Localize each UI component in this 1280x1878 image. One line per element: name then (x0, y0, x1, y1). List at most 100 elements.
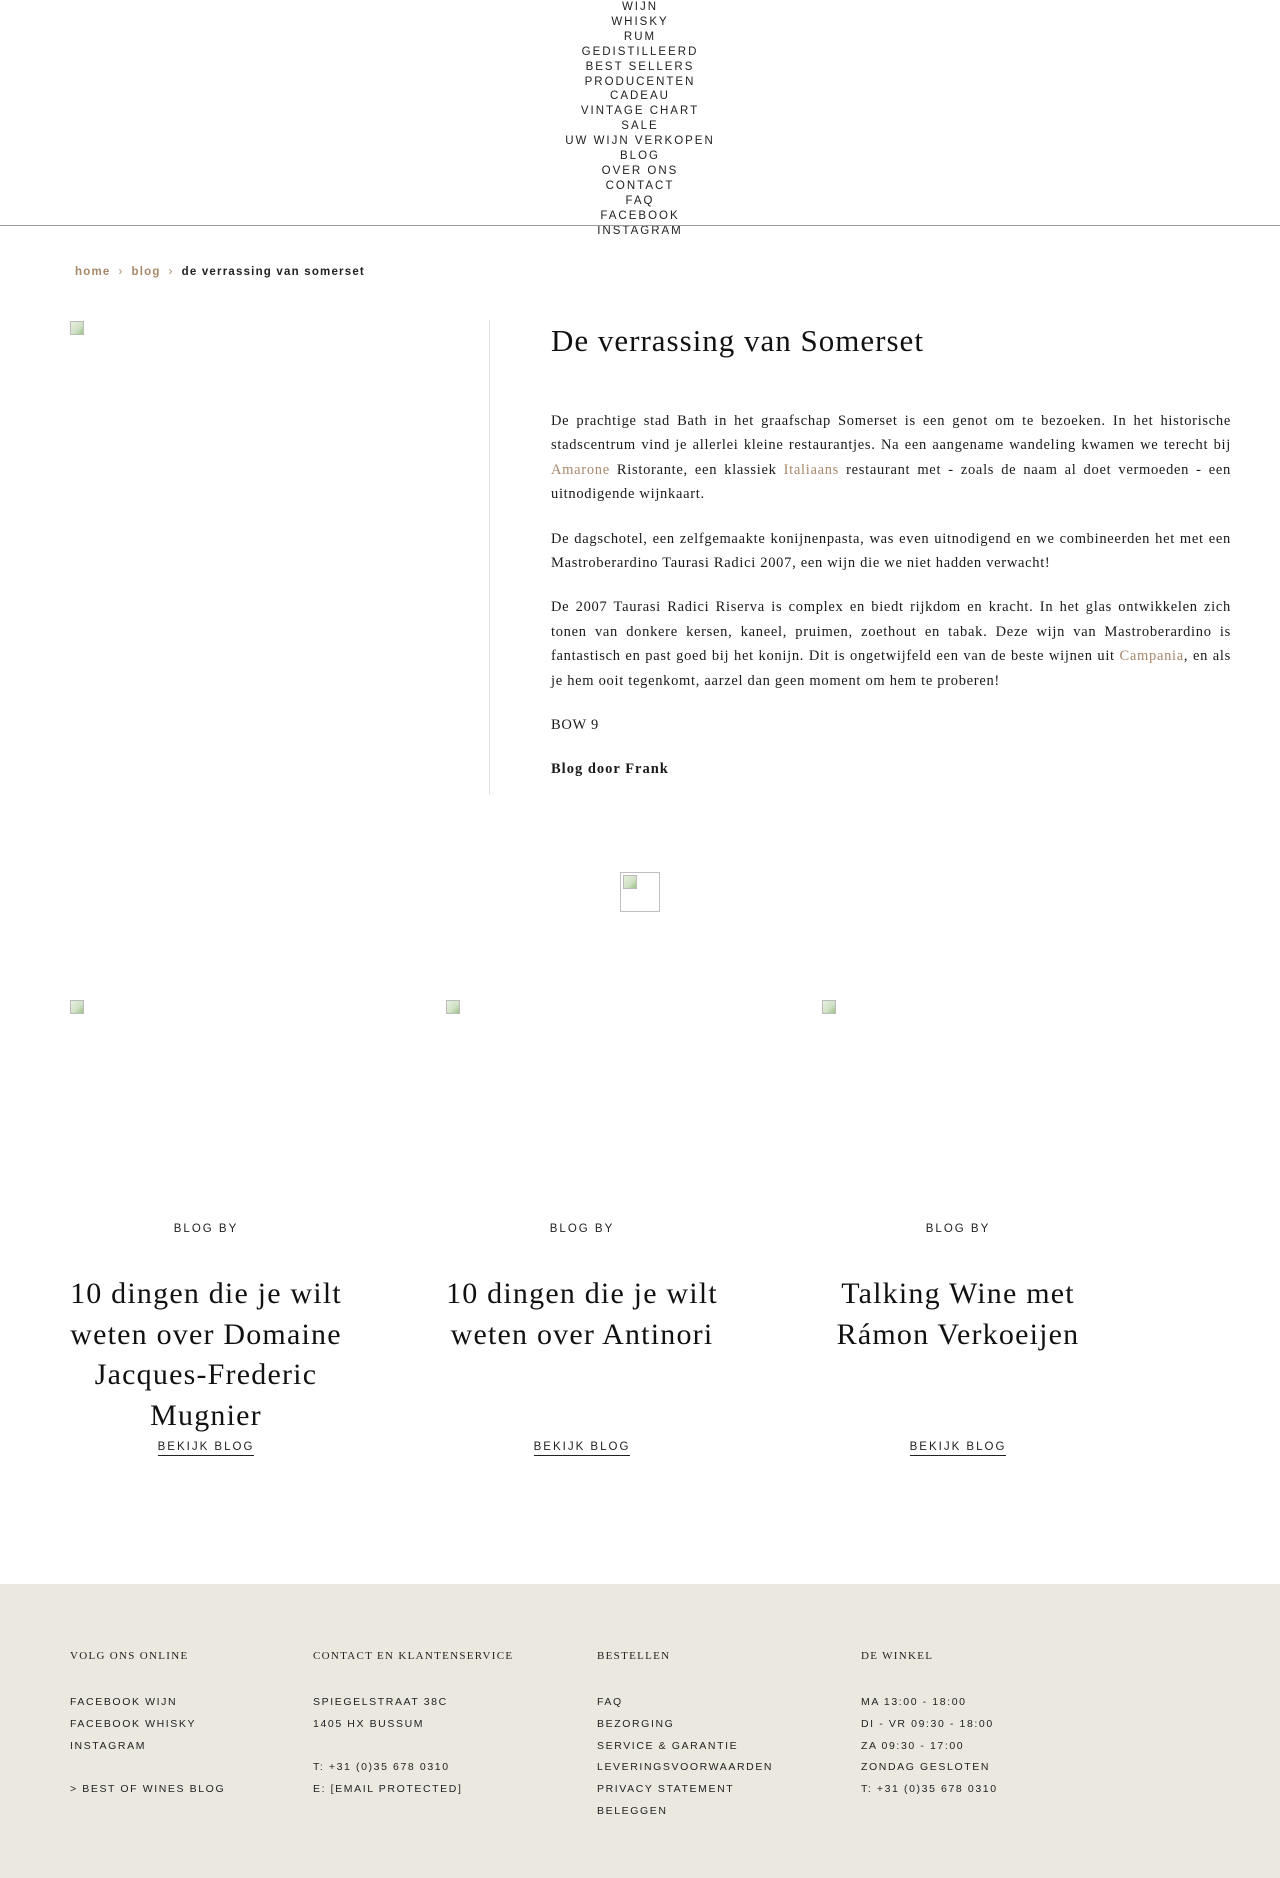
footer-link-bezorging[interactable]: Bezorging (597, 1714, 773, 1736)
card-image[interactable] (446, 1000, 460, 1014)
card-kicker: BLOG BY (925, 1223, 991, 1235)
link-campania[interactable]: Campania (1120, 648, 1184, 664)
article-title: De verrassing van Somerset (551, 323, 924, 358)
nav-link[interactable]: Facebook (600, 210, 679, 222)
footer-spacer (70, 1757, 225, 1779)
footer-email[interactable]: E: [email protected] (313, 1779, 513, 1801)
nav-item-gedistilleerd[interactable]: Gedistilleerd (0, 45, 1280, 60)
nav-link[interactable]: Producenten (585, 76, 696, 88)
footer-hours: MA 13:00 - 18:00 (861, 1696, 967, 1708)
broken-image-icon (446, 1000, 460, 1014)
breadcrumb-home[interactable]: home (75, 266, 110, 278)
footer: Volg ons online Facebook wijn Facebook W… (0, 1584, 1280, 1878)
broken-image-icon (70, 1000, 84, 1014)
nav-link[interactable]: Best Sellers (586, 61, 695, 73)
breadcrumb: home › blog › de verrassing van somerset (75, 266, 365, 278)
nav-link[interactable]: FAQ (625, 195, 654, 207)
card-title[interactable]: 10 dingen die je wilt weten over Antinor… (446, 1274, 718, 1355)
nav-link[interactable]: Vintage Chart (581, 105, 699, 117)
nav-item-rum[interactable]: Rum (0, 30, 1280, 45)
footer-address-street: Spiegelstraat 38C (313, 1696, 448, 1708)
nav-item-best-sellers[interactable]: Best Sellers (0, 60, 1280, 75)
article-image (70, 321, 86, 337)
card-image[interactable] (822, 1000, 836, 1014)
bekijk-blog-link[interactable]: BEKIJK BLOG (909, 1441, 1007, 1456)
footer-hours: ZONDAG GESLOTEN (861, 1761, 991, 1774)
article-paragraph: De dagschotel, een zelfgemaakte konijnen… (551, 530, 1231, 572)
nav-link[interactable]: Uw wijn verkopen (565, 135, 715, 147)
article-paragraph: De prachtige stad Bath in het graafschap… (551, 413, 1231, 503)
nav-item-contact[interactable]: Contact (0, 179, 1280, 194)
card-image[interactable] (70, 1000, 84, 1014)
footer-col-contact: Contact en klantenservice Spiegelstraat … (313, 1650, 513, 1801)
nav-link[interactable]: Rum (624, 31, 656, 43)
footer-link-facebook-whisky[interactable]: Facebook Whisky (70, 1714, 225, 1736)
nav-link[interactable]: Gedistilleerd (582, 46, 699, 58)
nav-link[interactable]: Whisky (611, 16, 668, 28)
center-image (620, 872, 660, 912)
footer-link-faq[interactable]: FAQ (597, 1692, 773, 1714)
nav-link[interactable]: Contact (606, 180, 675, 192)
breadcrumb-separator: › (168, 266, 174, 278)
nav-link[interactable]: Cadeau (610, 90, 670, 102)
footer-link-instagram[interactable]: Instagram (70, 1736, 225, 1758)
header-divider (0, 225, 1280, 226)
link-amarone[interactable]: Amarone (551, 462, 610, 478)
nav-item-producenten[interactable]: Producenten (0, 75, 1280, 90)
article-paragraph: De 2007 Taurasi Radici Riserva is comple… (551, 599, 1231, 689)
footer-link-beleggen[interactable]: Beleggen (597, 1801, 773, 1823)
footer-address-city: 1405 HX Bussum (313, 1717, 425, 1730)
footer-phone[interactable]: T: +31 (0)35 678 0310 (861, 1779, 998, 1801)
breadcrumb-blog[interactable]: blog (132, 266, 161, 278)
nav-item-uw-wijn-verkopen[interactable]: Uw wijn verkopen (0, 134, 1280, 149)
breadcrumb-current: de verrassing van somerset (181, 266, 365, 278)
related-blog-card[interactable]: BLOG BY 10 dingen die je wilt weten over… (70, 1000, 446, 1460)
nav-item-over-ons[interactable]: Over ons (0, 164, 1280, 179)
column-divider (489, 320, 490, 795)
article-author: Blog door Frank (551, 761, 669, 778)
footer-heading: Contact en klantenservice (313, 1650, 514, 1662)
footer-link-privacy[interactable]: Privacy Statement (597, 1779, 773, 1801)
article-score: BOW 9 (551, 717, 599, 734)
nav-item-faq[interactable]: FAQ (0, 194, 1280, 209)
footer-link-leveringsvoorwaarden[interactable]: Leveringsvoorwaarden (597, 1757, 773, 1779)
nav-item-wijn[interactable]: Wijn (0, 0, 1280, 15)
nav-link[interactable]: Instagram (597, 225, 683, 237)
related-blog-card[interactable]: BLOG BY Talking Wine met Rámon Verkoeije… (822, 1000, 1198, 1460)
footer-heading: Volg ons online (70, 1650, 189, 1662)
footer-heading: De winkel (861, 1650, 934, 1662)
footer-link-blog[interactable]: > Best of Wines Blog (70, 1779, 225, 1801)
footer-link-facebook-wijn[interactable]: Facebook wijn (70, 1692, 225, 1714)
card-kicker: BLOG BY (549, 1223, 615, 1235)
bekijk-blog-link[interactable]: BEKIJK BLOG (157, 1441, 255, 1456)
footer-hours: ZA 09:30 - 17:00 (861, 1739, 965, 1752)
nav-item-sale[interactable]: Sale (0, 119, 1280, 134)
footer-col-volg-ons: Volg ons online Facebook wijn Facebook W… (70, 1650, 225, 1801)
footer-hours: DI - VR 09:30 - 18:00 (861, 1717, 994, 1730)
nav-item-vintage-chart[interactable]: Vintage Chart (0, 104, 1280, 119)
bekijk-blog-link[interactable]: BEKIJK BLOG (533, 1441, 631, 1456)
broken-image-icon (70, 321, 84, 335)
nav-item-cadeau[interactable]: Cadeau (0, 89, 1280, 104)
nav-item-blog[interactable]: Blog (0, 149, 1280, 164)
broken-image-icon (623, 875, 637, 889)
nav-item-facebook[interactable]: Facebook (0, 209, 1280, 224)
main-nav: Wijn Whisky Rum Gedistilleerd Best Selle… (0, 0, 1280, 239)
card-title[interactable]: 10 dingen die je wilt weten over Domaine… (70, 1274, 342, 1436)
card-title[interactable]: Talking Wine met Rámon Verkoeijen (822, 1274, 1094, 1355)
footer-link-service-garantie[interactable]: Service & Garantie (597, 1736, 773, 1758)
nav-link[interactable]: Wijn (622, 1, 658, 13)
nav-link[interactable]: Over ons (602, 165, 679, 177)
nav-link[interactable]: Sale (621, 120, 658, 132)
breadcrumb-separator: › (118, 266, 124, 278)
article-body: De verrassing van Somerset De prachtige … (551, 320, 1231, 802)
nav-item-whisky[interactable]: Whisky (0, 15, 1280, 30)
footer-heading: Bestellen (597, 1650, 671, 1662)
footer-phone[interactable]: T: +31 (0)35 678 0310 (313, 1757, 513, 1779)
link-italiaans[interactable]: Italiaans (784, 462, 839, 478)
card-kicker: BLOG BY (173, 1223, 239, 1235)
nav-link[interactable]: Blog (620, 150, 660, 162)
footer-spacer (313, 1736, 513, 1758)
related-blog-card[interactable]: BLOG BY 10 dingen die je wilt weten over… (446, 1000, 822, 1460)
broken-image-icon (822, 1000, 836, 1014)
